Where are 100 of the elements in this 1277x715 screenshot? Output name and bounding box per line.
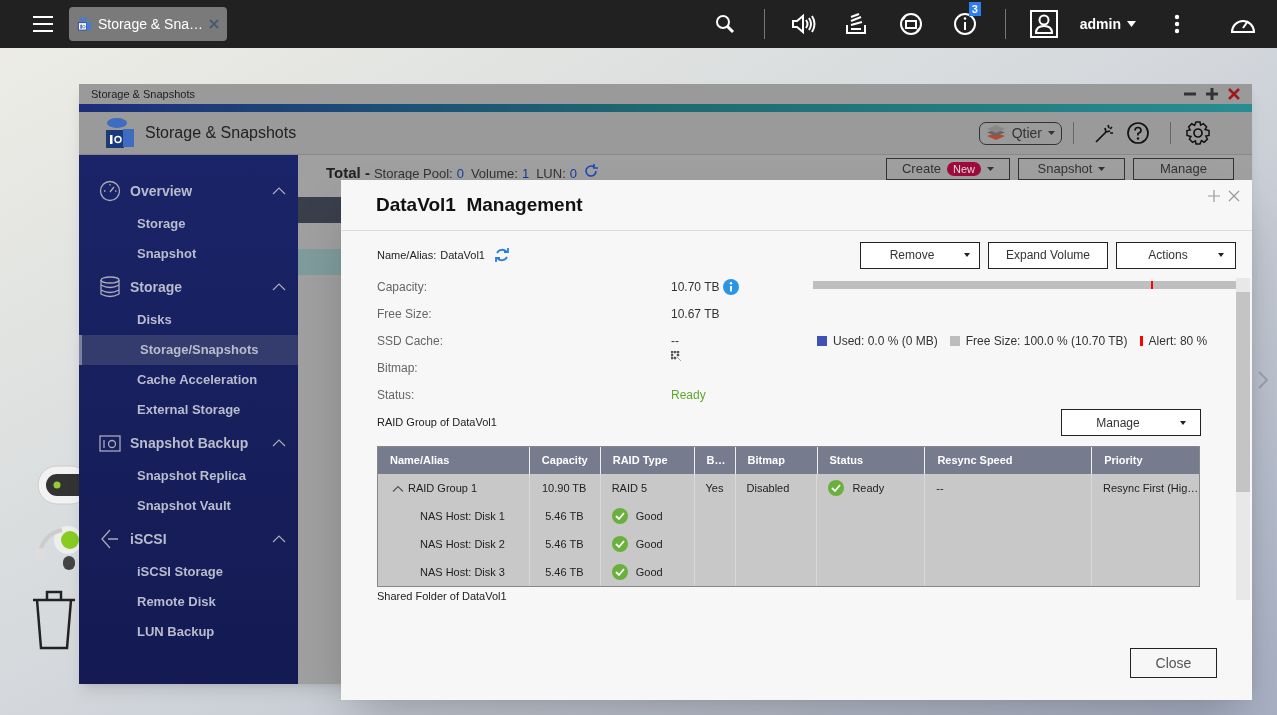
caret-icon (1127, 21, 1136, 27)
sidebar-item[interactable]: iSCSI Storage (79, 557, 298, 587)
sidebar-item[interactable]: External Storage (79, 395, 298, 425)
manage-button[interactable]: Manage (1061, 409, 1201, 436)
sidebar-item[interactable]: Snapshot (79, 239, 298, 269)
notification-badge: 3 (968, 2, 981, 16)
table-cell-text: 5.46 TB (545, 536, 584, 552)
collapse-icon[interactable] (272, 535, 286, 543)
sidebar-item[interactable]: Storage/Snapshots (79, 335, 298, 365)
scrollbar-thumb[interactable] (1236, 292, 1250, 492)
settings-icon[interactable] (1186, 121, 1210, 145)
collapse-icon[interactable] (272, 439, 286, 447)
table-cell-text: 5.46 TB (545, 508, 584, 524)
collapse-icon[interactable] (392, 484, 404, 492)
field-value: 10.67 TB (671, 305, 720, 323)
refresh-icon[interactable] (584, 163, 598, 178)
check-icon (611, 536, 628, 552)
legend-label: Alert: 80 % (1148, 333, 1208, 350)
caret-icon (1048, 131, 1055, 135)
action-button[interactable]: Actions (1116, 241, 1236, 269)
close-icon[interactable] (1228, 190, 1240, 202)
app-title: Storage & Snapshots (145, 123, 297, 143)
check-icon (828, 480, 845, 496)
magic-wand-icon[interactable] (1093, 122, 1115, 144)
table-cell-text: RAID 5 (611, 480, 648, 496)
sidebar-item[interactable]: Disks (79, 305, 298, 335)
field-value: DataVol1 (440, 247, 485, 263)
field-label: SSD Cache: (377, 332, 445, 350)
camera-icon (99, 432, 121, 454)
gauge-icon (99, 180, 121, 202)
help-icon[interactable] (1127, 122, 1149, 144)
section-title: RAID Group of DataVol1 (377, 415, 497, 431)
stack-icon[interactable] (844, 13, 867, 35)
column-header[interactable]: Capacity (528, 447, 600, 474)
close-icon[interactable] (1228, 88, 1240, 100)
user-icon[interactable] (1029, 10, 1058, 38)
field-value: 10.70 TB (671, 278, 720, 296)
sidebar-item[interactable]: Cache Acceleration (79, 365, 298, 395)
column-header[interactable]: Bitmap (734, 447, 817, 474)
new-badge: New (947, 162, 981, 176)
sidebar-item[interactable]: Snapshot Vault (79, 491, 298, 521)
field-value: -- (671, 332, 679, 350)
collapse-icon[interactable] (272, 187, 286, 195)
search-icon[interactable] (714, 14, 735, 34)
column-header[interactable]: Name/Alias (378, 447, 529, 474)
close-button[interactable]: Close (1130, 648, 1217, 678)
table-cell-text: -- (936, 480, 944, 496)
trash-icon[interactable] (31, 588, 77, 650)
app-tab[interactable]: Storage & Sna… (69, 7, 227, 41)
sidebar-section[interactable]: Overview (79, 175, 298, 207)
column-header[interactable]: Status (816, 447, 925, 474)
table-cell-text: Ready (852, 480, 885, 496)
sidebar-item[interactable]: Snapshot Replica (79, 461, 298, 491)
check-icon (611, 508, 628, 524)
menu-icon[interactable] (33, 16, 53, 32)
sidebar-item[interactable]: Remote Disk (79, 587, 298, 617)
summary-title: Total - (326, 162, 370, 183)
speaker-icon[interactable] (790, 13, 817, 35)
table-cell-text: 10.90 TB (541, 480, 587, 496)
field-label: Capacity: (377, 278, 429, 296)
table-cell-text: NAS Host: Disk 3 (420, 564, 505, 580)
sidebar-item[interactable]: Storage (79, 209, 298, 239)
summary-count: 0 (569, 164, 577, 183)
column-header[interactable]: B… (693, 447, 735, 474)
tab-label: Storage & Sna… (97, 14, 203, 34)
column-header[interactable]: Priority (1091, 447, 1199, 474)
sidebar-item[interactable]: LUN Backup (79, 617, 298, 647)
user-menu[interactable]: admin (1079, 13, 1136, 35)
dialog-title: DataVol1 Management (376, 192, 583, 217)
field-label: Free Size: (377, 305, 433, 323)
table-cell-text: NAS Host: Disk 1 (420, 508, 505, 524)
toolbar-button[interactable]: Manage (1133, 158, 1234, 180)
sidebar-section[interactable]: Snapshot Backup (79, 427, 298, 459)
field-label: Name/Alias: (377, 247, 437, 263)
column-header[interactable]: Resync Speed (924, 447, 1092, 474)
table-cell-text: Yes (705, 480, 724, 496)
column-header[interactable]: RAID Type (599, 447, 694, 474)
caret-icon (1179, 420, 1186, 425)
more-icon[interactable] (1174, 14, 1180, 34)
window-title: Storage & Snapshots (91, 86, 195, 102)
action-button[interactable]: Expand Volume (988, 241, 1108, 269)
info-icon[interactable] (952, 12, 977, 36)
table-cell-text: Resync First (Hig… (1103, 480, 1199, 496)
qtier-button[interactable]: Qtier (978, 121, 1062, 145)
refresh-icon[interactable] (493, 247, 510, 263)
sidebar-section[interactable]: Storage (79, 271, 298, 303)
field-label: Bitmap: (377, 359, 419, 377)
summary-count: 0 (456, 164, 464, 183)
table-cell-text: NAS Host: Disk 2 (420, 536, 505, 552)
maximize-icon[interactable] (1206, 88, 1218, 100)
section-title: Shared Folder of DataVol1 (377, 589, 508, 604)
collapse-icon[interactable] (272, 283, 286, 291)
toolbar-button[interactable]: Snapshot (1018, 158, 1125, 180)
action-button[interactable]: Remove (860, 241, 980, 269)
table-cell-text: 5.46 TB (545, 564, 584, 580)
summary-label: Storage Pool: (373, 164, 453, 183)
database-icon (99, 276, 121, 298)
legend-label: Used: 0.0 % (0 MB) (833, 333, 938, 350)
storage-app-icon (105, 117, 135, 149)
sidebar-section[interactable]: iSCSI (79, 523, 298, 555)
